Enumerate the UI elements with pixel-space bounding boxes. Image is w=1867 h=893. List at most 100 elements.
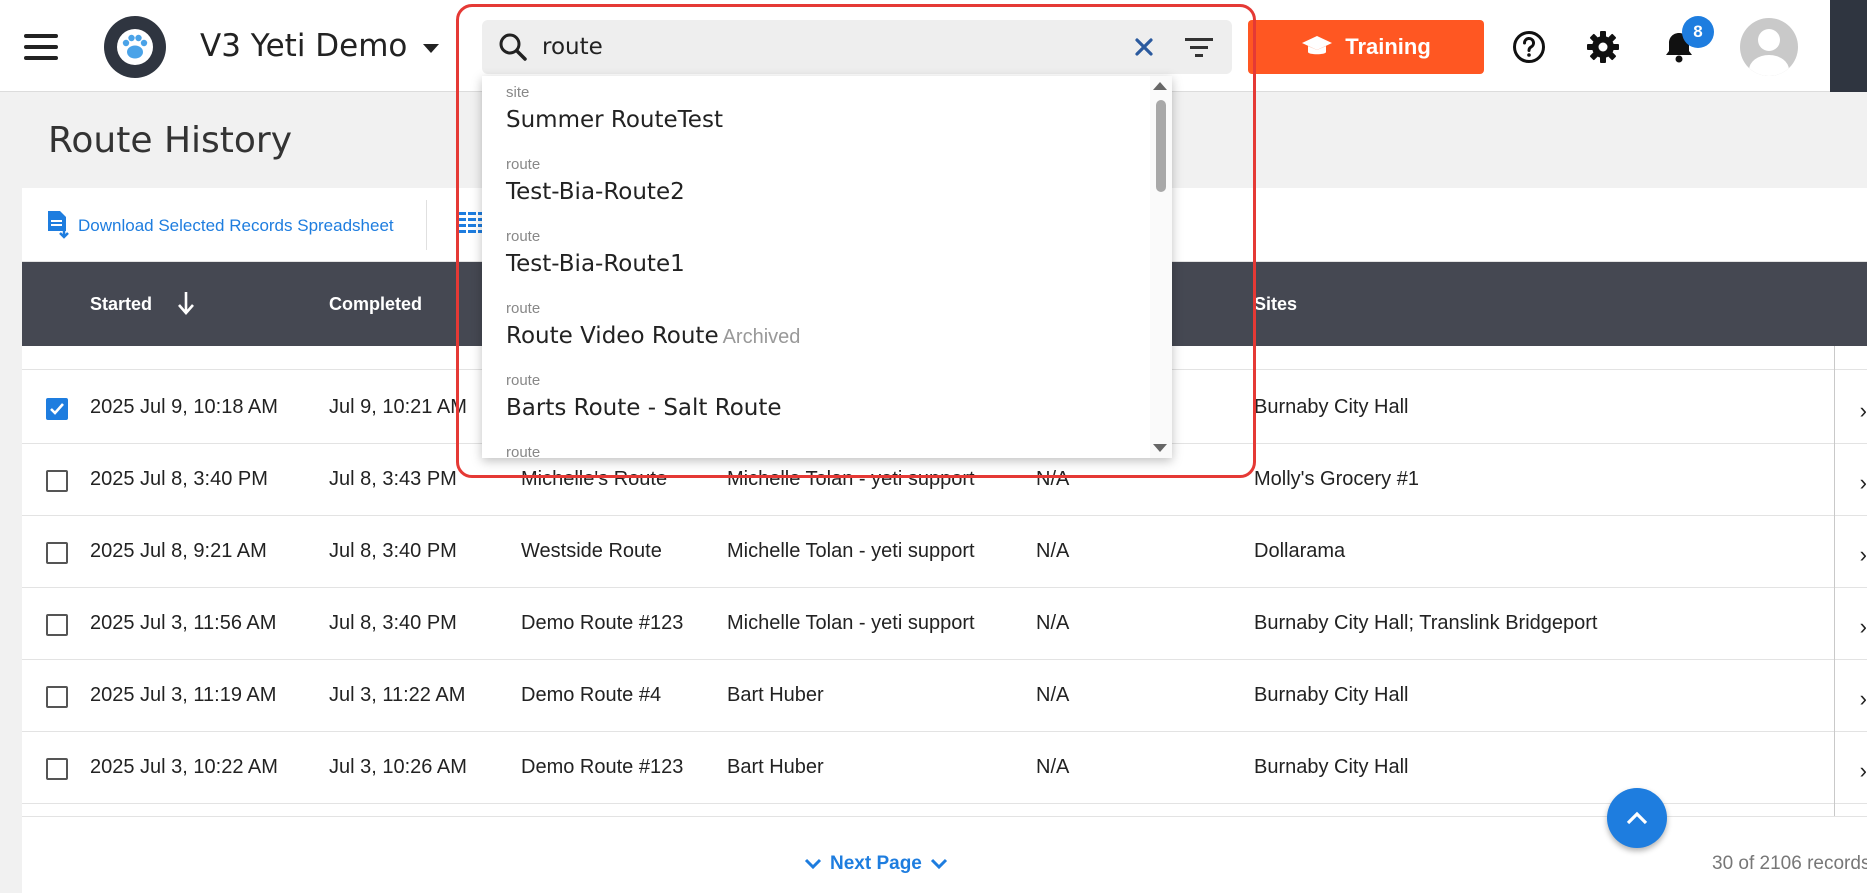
records-count: 30 of 2106 records	[1712, 853, 1867, 874]
cell-sites: Burnaby City Hall	[1254, 396, 1409, 418]
column-completed[interactable]: Completed	[329, 294, 422, 315]
result-label: Route Video Route	[506, 323, 719, 349]
column-divider	[1834, 346, 1835, 816]
row-checkbox[interactable]	[46, 398, 68, 420]
result-type: route	[506, 444, 541, 458]
row-checkbox[interactable]	[46, 686, 68, 708]
scroll-up-icon[interactable]	[1153, 82, 1167, 90]
table-row[interactable]: 2025 Jul 3, 10:22 AM Jul 3, 10:26 AM Dem…	[22, 732, 1867, 804]
cell-completed: Jul 9, 10:21 AM	[329, 396, 467, 418]
result-label: Barts Route - Salt Route	[506, 395, 782, 421]
column-sites[interactable]: Sites	[1254, 294, 1297, 315]
chevron-right-icon[interactable]: ›	[1860, 398, 1867, 424]
table-footer: Next Page 30 of 2106 records	[22, 816, 1867, 893]
paw-icon	[117, 29, 153, 65]
search-icon[interactable]	[498, 32, 528, 67]
cell-completed: Jul 8, 3:40 PM	[329, 612, 457, 634]
download-spreadsheet-button[interactable]: Download Selected Records Spreadsheet	[46, 210, 394, 242]
chevron-down-icon	[930, 858, 947, 870]
cell-user: Bart Huber	[727, 756, 824, 778]
page-title: Route History	[48, 120, 293, 161]
result-label: Summer RouteTest	[506, 107, 723, 133]
cell-sites: Molly's Grocery #1	[1254, 468, 1419, 490]
chevron-down-icon	[804, 858, 822, 870]
graduation-cap-icon	[1302, 36, 1333, 55]
search-input[interactable]	[542, 28, 1102, 66]
search-result-item[interactable]: site Summer RouteTest	[506, 76, 1126, 148]
search-result-item[interactable]: route Test-Bia-Route1	[506, 220, 1126, 292]
app-logo[interactable]	[104, 16, 166, 78]
chevron-right-icon[interactable]: ›	[1860, 542, 1867, 568]
chevron-right-icon[interactable]: ›	[1860, 758, 1867, 784]
row-checkbox[interactable]	[46, 758, 68, 780]
download-file-icon	[48, 211, 69, 239]
cell-completed: Jul 3, 11:22 AM	[329, 684, 466, 706]
cell-user: Michelle Tolan - yeti support	[727, 468, 975, 490]
search-results-dropdown: site Summer RouteTest route Test-Bia-Rou…	[482, 76, 1172, 458]
cell-route: Demo Route #123	[521, 756, 684, 778]
cell-completed: Jul 8, 3:43 PM	[329, 468, 457, 490]
scrollbar-thumb[interactable]	[1156, 100, 1166, 192]
avatar[interactable]	[1740, 18, 1798, 76]
cell-extra: N/A	[1036, 756, 1070, 778]
cell-started: 2025 Jul 8, 9:21 AM	[90, 540, 267, 562]
training-button[interactable]: Training	[1248, 20, 1484, 74]
cell-route: Westside Route	[521, 540, 662, 562]
download-label: Download Selected Records Spreadsheet	[78, 216, 394, 235]
help-icon[interactable]	[1510, 28, 1548, 66]
result-type: route	[506, 372, 541, 389]
search-result-item[interactable]: route	[506, 436, 1126, 458]
close-icon[interactable]	[1132, 35, 1156, 64]
cell-started: 2025 Jul 8, 3:40 PM	[90, 468, 268, 490]
scroll-down-icon[interactable]	[1153, 444, 1167, 452]
cell-started: 2025 Jul 3, 11:56 AM	[90, 612, 277, 634]
next-page-button[interactable]: Next Page	[804, 853, 948, 875]
cell-user: Michelle Tolan - yeti support	[727, 540, 975, 562]
cell-extra: N/A	[1036, 684, 1070, 706]
cell-started: 2025 Jul 3, 11:19 AM	[90, 684, 277, 706]
cell-completed: Jul 3, 10:26 AM	[329, 756, 467, 778]
chevron-down-icon[interactable]	[423, 44, 439, 53]
row-checkbox[interactable]	[46, 470, 68, 492]
cell-extra: N/A	[1036, 540, 1070, 562]
cell-sites: Burnaby City Hall	[1254, 756, 1409, 778]
row-checkbox[interactable]	[46, 614, 68, 636]
cell-route: Demo Route #4	[521, 684, 662, 706]
chevron-right-icon[interactable]: ›	[1860, 470, 1867, 496]
table-row[interactable]: 2025 Jul 8, 9:21 AM Jul 8, 3:40 PM Wests…	[22, 516, 1867, 588]
toolbar-divider	[426, 200, 427, 250]
cell-started: 2025 Jul 9, 10:18 AM	[90, 396, 278, 418]
chevron-right-icon[interactable]: ›	[1860, 614, 1867, 640]
next-page-label: Next Page	[830, 853, 922, 874]
filter-icon[interactable]	[1184, 35, 1214, 64]
search-result-item[interactable]: route Route Video Route Archived	[506, 292, 1126, 364]
cell-sites: Burnaby City Hall	[1254, 684, 1409, 706]
row-checkbox[interactable]	[46, 542, 68, 564]
menu-icon[interactable]	[24, 34, 58, 60]
result-type: route	[506, 300, 541, 317]
cell-user: Bart Huber	[727, 684, 824, 706]
chevron-right-icon[interactable]: ›	[1860, 686, 1867, 712]
side-panel-tab[interactable]	[1830, 0, 1867, 92]
app-title[interactable]: V3 Yeti Demo	[200, 28, 407, 64]
scroll-to-top-button[interactable]	[1607, 788, 1667, 848]
search-result-item[interactable]: route Test-Bia-Route2	[506, 148, 1126, 220]
arrow-down-icon[interactable]	[176, 290, 196, 321]
result-label: Test-Bia-Route2	[506, 179, 685, 205]
table-row[interactable]: 2025 Jul 3, 11:56 AM Jul 8, 3:40 PM Demo…	[22, 588, 1867, 660]
cell-sites: Dollarama	[1254, 540, 1346, 562]
cell-sites: Burnaby City Hall; Translink Bridgeport	[1254, 612, 1598, 634]
dropdown-scrollbar[interactable]	[1150, 76, 1172, 458]
training-label: Training	[1345, 34, 1431, 59]
result-type: site	[506, 84, 530, 101]
result-label: Test-Bia-Route1	[506, 251, 685, 277]
result-label-wrapper: Route Video Route Archived	[506, 323, 800, 349]
archived-tag: Archived	[722, 326, 801, 348]
result-type: route	[506, 156, 541, 173]
chevron-up-icon	[1626, 811, 1648, 825]
column-started[interactable]: Started	[90, 294, 152, 315]
search-result-item[interactable]: route Barts Route - Salt Route	[506, 364, 1126, 436]
table-row[interactable]: 2025 Jul 3, 11:19 AM Jul 3, 11:22 AM Dem…	[22, 660, 1867, 732]
gear-icon[interactable]	[1584, 28, 1622, 66]
cell-completed: Jul 8, 3:40 PM	[329, 540, 457, 562]
